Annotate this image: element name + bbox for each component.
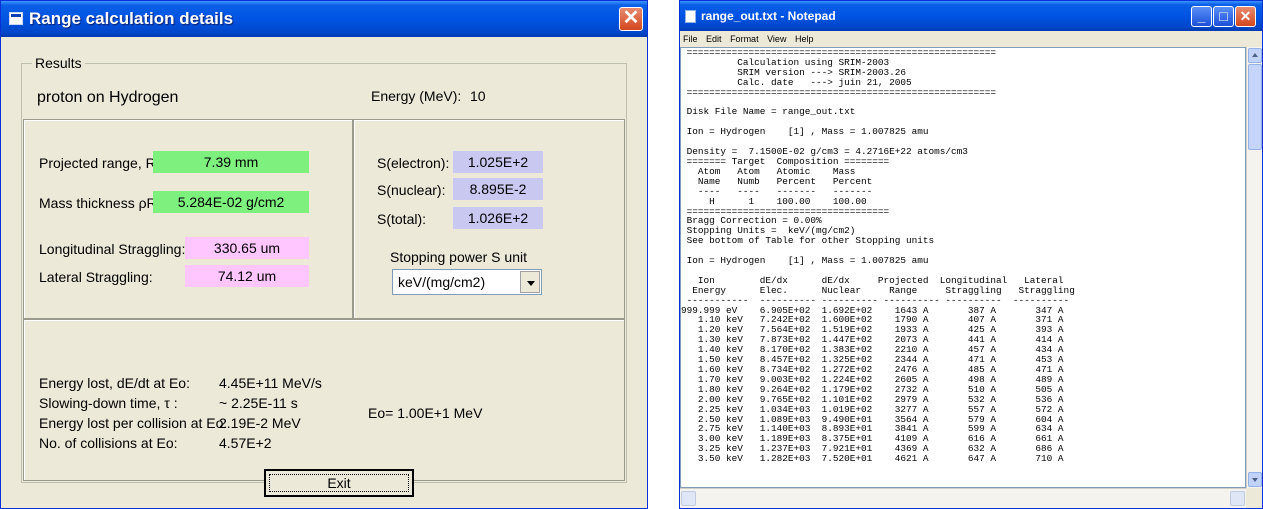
range-calculation-window: Range calculation details ✕ Results prot…	[0, 0, 648, 509]
range-panel	[23, 119, 353, 319]
window-title: Range calculation details	[29, 9, 234, 28]
energy-per-collision-label: Energy lost per collision at Eo:	[39, 415, 228, 431]
exit-label: Exit	[327, 475, 351, 491]
scroll-left-icon[interactable]	[681, 491, 696, 506]
stopping-unit-select[interactable]: keV/(mg/cm2)	[392, 269, 542, 295]
chevron-down-icon[interactable]	[520, 271, 540, 293]
lateral-straggling-value: 74.12 um	[185, 265, 309, 287]
num-collisions-value: 4.57E+2	[219, 435, 272, 451]
close-button[interactable]: ✕	[619, 7, 643, 31]
size-grip[interactable]	[1246, 488, 1262, 508]
text-edit-area[interactable]: ========================================…	[680, 47, 1246, 488]
notepad-title: range_out.txt - Notepad	[701, 9, 836, 23]
maximize-button[interactable]: □	[1213, 6, 1234, 27]
energy-per-collision-value: 2.19E-2 MeV	[219, 415, 301, 431]
slowing-down-label: Slowing-down time, τ :	[39, 395, 178, 411]
energy-label: Energy (MeV):	[371, 88, 462, 104]
notepad-close-button[interactable]: ✕	[1235, 6, 1256, 27]
stopping-unit-selected: keV/(mg/cm2)	[398, 274, 486, 290]
ion-target-text: proton on Hydrogen	[37, 89, 179, 106]
longitudinal-straggling-value: 330.65 um	[185, 237, 309, 259]
scroll-thumb[interactable]	[1248, 64, 1262, 150]
exit-button[interactable]: Exit	[264, 469, 414, 497]
num-collisions-label: No. of collisions at Eo:	[39, 435, 178, 451]
scroll-up-icon[interactable]	[1248, 48, 1262, 63]
energy-value: 10	[470, 88, 486, 104]
slowing-down-value: ~ 2.25E-11 s	[219, 395, 298, 411]
mass-thickness-label: Mass thickness ρR:	[39, 195, 161, 211]
s-nuclear-value: 8.895E-2	[453, 178, 543, 200]
notepad-icon	[685, 10, 696, 23]
vertical-scrollbar[interactable]	[1246, 47, 1262, 488]
energy-lost-label: Energy lost, dE/dt at Eo:	[39, 375, 190, 391]
horizontal-scrollbar[interactable]	[680, 488, 1246, 508]
lateral-straggling-label: Lateral Straggling:	[39, 269, 153, 285]
menu-format[interactable]: Format	[730, 34, 759, 44]
projected-range-label: Projected range, R:	[39, 155, 160, 171]
scroll-right-icon[interactable]	[1230, 491, 1245, 506]
s-electron-label: S(electron):	[377, 155, 450, 171]
title-bar[interactable]: Range calculation details ✕	[1, 1, 647, 37]
menu-view[interactable]: View	[767, 34, 786, 44]
notepad-title-bar[interactable]: range_out.txt - Notepad _ □ ✕	[680, 1, 1262, 31]
projected-range-value: 7.39 mm	[153, 151, 309, 173]
file-content: ========================================…	[681, 47, 1075, 465]
menu-file[interactable]: File	[683, 34, 698, 44]
s-electron-value: 1.025E+2	[453, 151, 543, 173]
notepad-window: range_out.txt - Notepad _ □ ✕ File Edit …	[679, 0, 1263, 509]
menu-help[interactable]: Help	[795, 34, 814, 44]
mass-thickness-value: 5.284E-02 g/cm2	[153, 191, 309, 213]
longitudinal-straggling-label: Longitudinal Straggling:	[39, 241, 186, 257]
scroll-down-icon[interactable]	[1248, 472, 1262, 487]
s-nuclear-label: S(nuclear):	[377, 182, 446, 198]
window-app-icon	[9, 12, 23, 25]
s-total-label: S(total):	[377, 211, 427, 227]
s-total-value: 1.026E+2	[453, 207, 543, 229]
minimize-button[interactable]: _	[1191, 6, 1212, 27]
menu-edit[interactable]: Edit	[706, 34, 722, 44]
eo-text: Eo= 1.00E+1 MeV	[368, 405, 483, 421]
results-legend: Results	[32, 55, 85, 71]
stopping-unit-label: Stopping power S unit	[390, 249, 527, 265]
energy-lost-value: 4.45E+11 MeV/s	[219, 375, 322, 391]
menu-bar: File Edit Format View Help	[680, 31, 1262, 47]
